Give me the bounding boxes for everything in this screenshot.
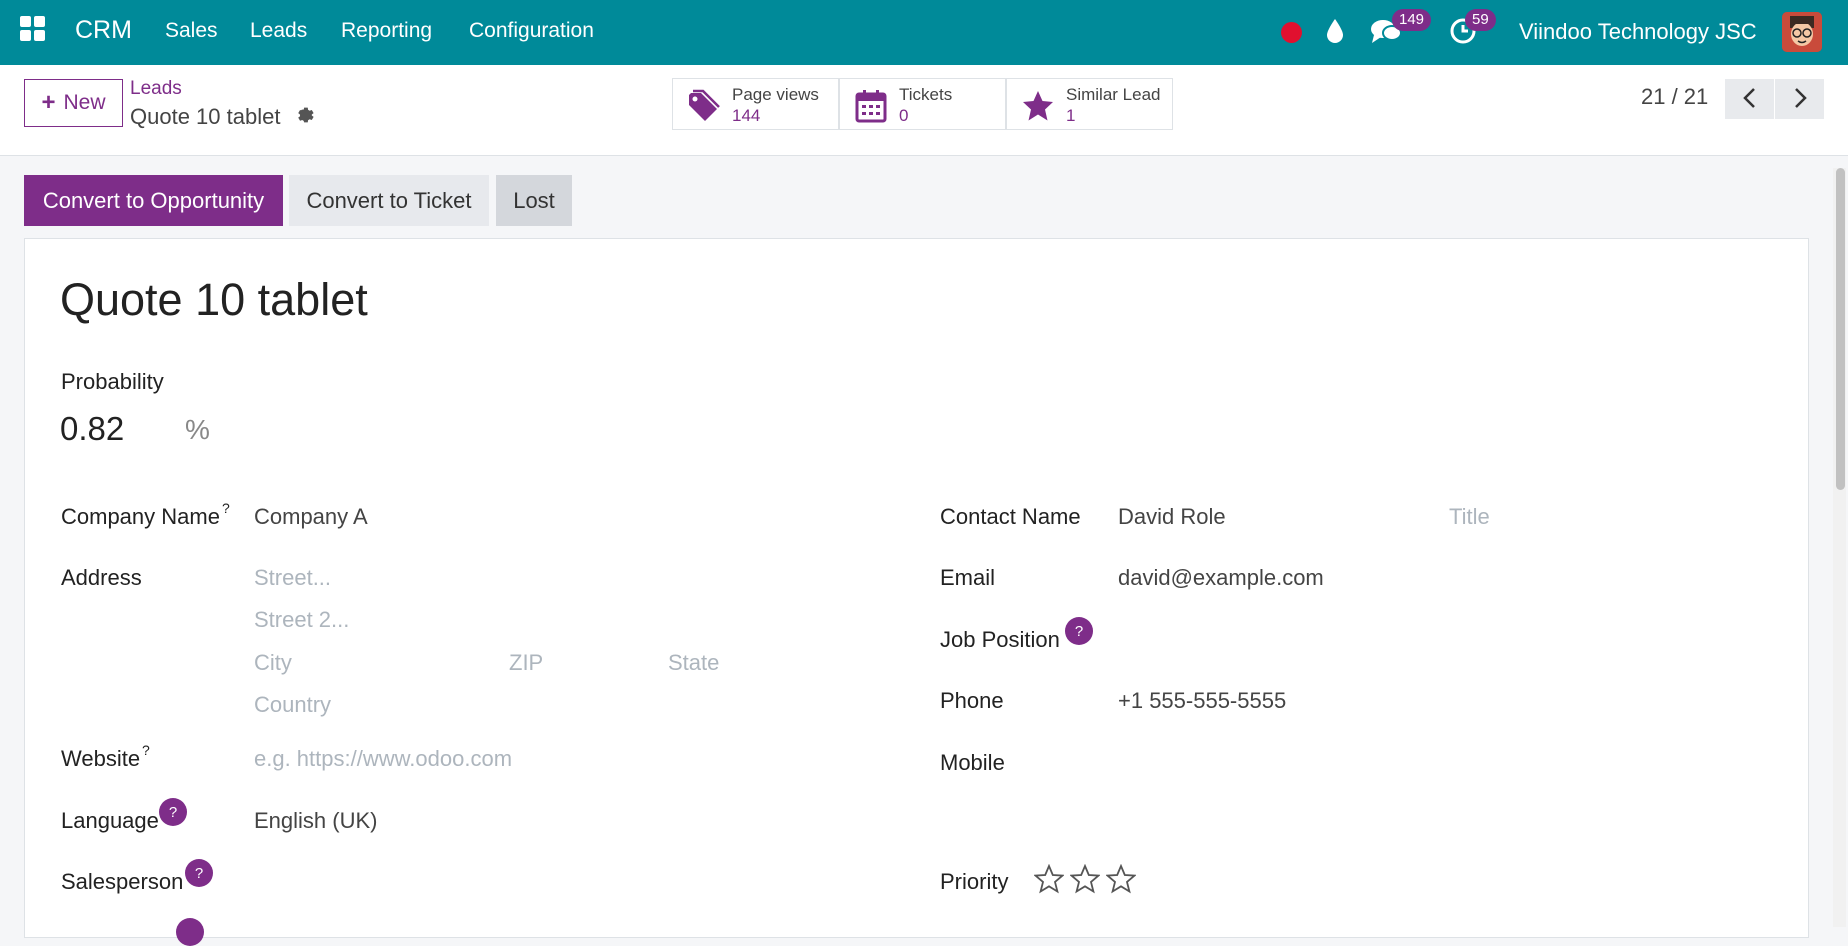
lead-title[interactable]: Quote 10 tablet [60, 274, 368, 326]
website-input[interactable]: e.g. https://www.odoo.com [254, 746, 512, 772]
messages-badge: 149 [1392, 9, 1432, 31]
pager-value[interactable]: 21 / 21 [1641, 84, 1708, 110]
convert-to-ticket-button[interactable]: Convert to Ticket [289, 175, 489, 226]
country-input[interactable]: Country [254, 692, 331, 718]
drop-icon[interactable] [1324, 17, 1346, 45]
street2-input[interactable]: Street 2... [254, 607, 349, 633]
smart-button-value: 144 [732, 106, 761, 125]
probability-label: Probability [61, 369, 164, 394]
tag-icon [689, 89, 720, 121]
company-name-help[interactable]: ? [222, 500, 230, 516]
pager-previous-button[interactable] [1725, 79, 1774, 119]
smart-button-value: 1 [1066, 106, 1076, 125]
smart-button-page-views[interactable]: Page views 144 [672, 78, 839, 130]
priority-star-icon[interactable] [1106, 864, 1136, 894]
contact-name-input[interactable]: David Role [1118, 504, 1226, 530]
company-name-input[interactable]: Company A [254, 504, 368, 530]
pager-next-button[interactable] [1775, 79, 1824, 119]
activities-badge: 59 [1465, 9, 1496, 31]
priority-label: Priority [940, 869, 1009, 894]
priority-star-icon[interactable] [1034, 864, 1064, 894]
priority-star-icon[interactable] [1070, 864, 1100, 894]
contact-title-input[interactable]: Title [1449, 504, 1490, 530]
app-brand[interactable]: CRM [75, 16, 132, 45]
menu-sales[interactable]: Sales [165, 19, 218, 43]
menu-reporting[interactable]: Reporting [341, 19, 432, 43]
city-input[interactable]: City [254, 650, 292, 676]
next-field-help-icon[interactable] [176, 918, 204, 946]
smart-button-similar-lead[interactable]: Similar Lead 1 [1006, 78, 1173, 130]
company-name-label: Company Name [61, 504, 220, 529]
mobile-label: Mobile [940, 750, 1005, 775]
chevron-left-icon [1742, 87, 1755, 108]
email-label: Email [940, 565, 996, 590]
contact-name-label: Contact Name [940, 504, 1081, 529]
chevron-right-icon [1794, 87, 1807, 108]
smart-button-label: Similar Lead [1066, 85, 1161, 104]
new-button-label: New [63, 91, 106, 114]
app-menu-icon[interactable] [20, 16, 48, 44]
lost-button[interactable]: Lost [496, 175, 572, 226]
convert-to-opportunity-button[interactable]: Convert to Opportunity [24, 175, 283, 226]
zip-input[interactable]: ZIP [509, 650, 543, 676]
company-switcher[interactable]: Viindoo Technology JSC [1519, 19, 1757, 45]
gear-icon[interactable] [294, 104, 316, 126]
salesperson-label: Salesperson [61, 869, 184, 894]
calendar-icon [855, 90, 887, 123]
street-input[interactable]: Street... [254, 565, 331, 591]
user-avatar[interactable] [1782, 12, 1822, 52]
smart-button-label: Tickets [899, 85, 953, 104]
address-label: Address [61, 565, 142, 590]
language-select[interactable]: English (UK) [254, 808, 377, 834]
menu-leads[interactable]: Leads [250, 19, 307, 43]
state-input[interactable]: State [668, 650, 719, 676]
phone-input[interactable]: +1 555-555-5555 [1118, 688, 1286, 714]
smart-button-tickets[interactable]: Tickets 0 [839, 78, 1006, 130]
phone-label: Phone [940, 688, 1004, 713]
plus-icon: + [41, 89, 56, 116]
record-indicator-icon[interactable] [1281, 22, 1302, 43]
scrollbar-thumb[interactable] [1836, 168, 1845, 490]
new-button[interactable]: + New [24, 79, 123, 127]
menu-configuration[interactable]: Configuration [469, 19, 594, 43]
salesperson-help-icon[interactable]: ? [185, 859, 213, 887]
top-navbar: CRM Sales Leads Reporting Configuration … [0, 0, 1848, 65]
website-help[interactable]: ? [142, 742, 150, 758]
smart-button-value: 0 [899, 106, 909, 125]
job-position-help-icon[interactable]: ? [1065, 617, 1093, 645]
breadcrumb-leads[interactable]: Leads [130, 78, 182, 100]
job-position-label: Job Position [940, 627, 1060, 652]
breadcrumb-current: Quote 10 tablet [130, 104, 281, 129]
language-label: Language [61, 808, 159, 833]
avatar-face-icon [1782, 12, 1822, 52]
star-icon [1023, 91, 1053, 121]
website-label: Website [61, 746, 141, 771]
email-input[interactable]: david@example.com [1118, 565, 1324, 591]
probability-unit: % [185, 414, 210, 445]
language-help-icon[interactable]: ? [159, 798, 187, 826]
probability-input[interactable]: 0.82 [60, 410, 124, 448]
smart-button-label: Page views [732, 85, 819, 104]
